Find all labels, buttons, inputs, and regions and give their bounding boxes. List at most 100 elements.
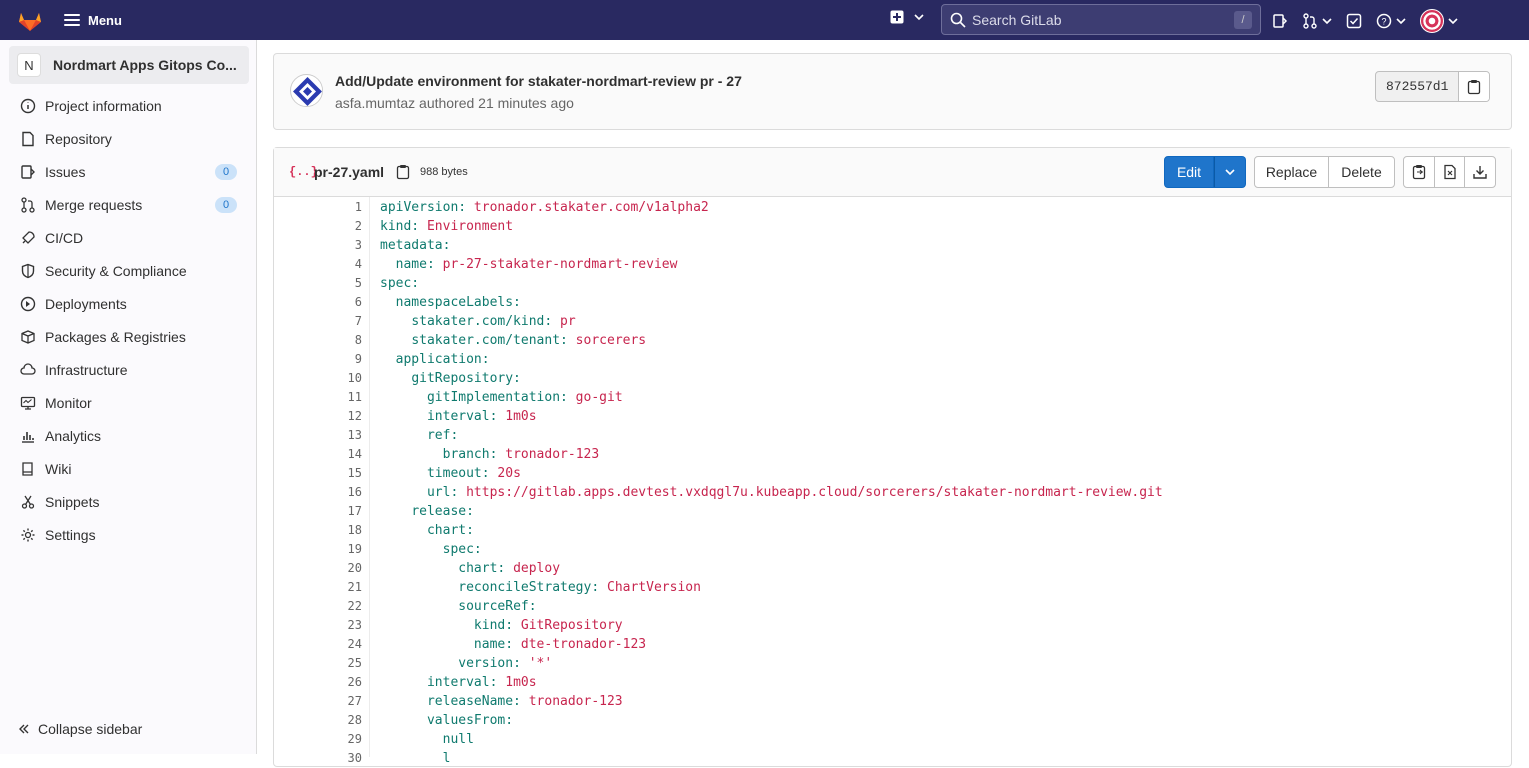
replace-button[interactable]: Replace <box>1254 156 1329 188</box>
author-avatar[interactable] <box>290 74 323 107</box>
sidebar-item-label: CI/CD <box>45 229 84 246</box>
line-number[interactable]: 6 <box>274 293 370 312</box>
copy-contents-button[interactable] <box>1403 156 1435 188</box>
line-number[interactable]: 7 <box>274 312 370 331</box>
search-box[interactable]: / <box>941 4 1261 35</box>
new-dropdown[interactable] <box>890 10 924 24</box>
sidebar-item-deployments[interactable]: Deployments <box>0 287 257 320</box>
yaml-key: spec: <box>380 276 420 291</box>
delete-button[interactable]: Delete <box>1328 156 1395 188</box>
line-number[interactable]: 14 <box>274 445 370 464</box>
todos-nav-button[interactable] <box>1346 13 1362 29</box>
sidebar-item-label: Settings <box>45 526 96 543</box>
code-line: 3 metadata: <box>274 236 1511 255</box>
line-number[interactable]: 3 <box>274 236 370 255</box>
sidebar-item-snippets[interactable]: Snippets <box>0 485 257 518</box>
line-number[interactable]: 29 <box>274 730 370 749</box>
edit-button[interactable]: Edit <box>1164 156 1214 188</box>
issues-nav-button[interactable] <box>1272 13 1288 29</box>
sidebar-item-merge-requests[interactable]: Merge requests 0 <box>0 188 257 221</box>
download-icon <box>1473 166 1487 179</box>
merge-requests-nav-button[interactable] <box>1302 13 1332 29</box>
sidebar-item-infrastructure[interactable]: Infrastructure <box>0 353 257 386</box>
commit-sha[interactable]: 872557d1 <box>1376 72 1458 101</box>
line-number[interactable]: 23 <box>274 616 370 635</box>
line-number[interactable]: 28 <box>274 711 370 730</box>
line-number[interactable]: 10 <box>274 369 370 388</box>
code-line: 24 name: dte-tronador-123 <box>274 635 1511 654</box>
line-number[interactable]: 27 <box>274 692 370 711</box>
line-content: stakater.com/tenant: sorcerers <box>370 331 646 350</box>
sidebar-item-settings[interactable]: Settings <box>0 518 257 551</box>
line-number[interactable]: 2 <box>274 217 370 236</box>
yaml-key: kind: <box>380 219 420 234</box>
monitor-icon <box>20 396 36 410</box>
yaml-key: url: <box>426 485 459 500</box>
line-number[interactable]: 8 <box>274 331 370 350</box>
line-number[interactable]: 1 <box>274 198 370 217</box>
sidebar-project-link[interactable]: N Nordmart Apps Gitops Co... <box>9 46 249 84</box>
yaml-value: tronador-123 <box>497 447 600 462</box>
line-number[interactable]: 15 <box>274 464 370 483</box>
line-number[interactable]: 9 <box>274 350 370 369</box>
sidebar-item-wiki[interactable]: Wiki <box>0 452 257 485</box>
copy-file-path-button[interactable] <box>396 164 410 185</box>
sidebar-nav: Project information Repository Issues 0 Merg… <box>0 89 257 551</box>
yaml-key: release: <box>411 504 474 519</box>
sidebar-item-analytics[interactable]: Analytics <box>0 419 257 452</box>
sidebar-item-monitor[interactable]: Monitor <box>0 386 257 419</box>
line-number[interactable]: 16 <box>274 483 370 502</box>
gitlab-logo-icon[interactable] <box>17 7 43 33</box>
line-number[interactable]: 24 <box>274 635 370 654</box>
file-viewer: {..} pr-27.yaml 988 bytes Edit Replace D… <box>273 147 1512 767</box>
copy-sha-button[interactable] <box>1458 72 1490 101</box>
top-navbar: Menu / ? <box>0 0 1529 40</box>
scissors-icon <box>21 495 35 509</box>
yaml-key: application: <box>395 352 490 367</box>
code-line: 5 spec: <box>274 274 1511 293</box>
line-number[interactable]: 30 <box>274 749 370 768</box>
code-line: 6 namespaceLabels: <box>274 293 1511 312</box>
code-line: 19 spec: <box>274 540 1511 559</box>
commit-title-link[interactable]: Add/Update environment for stakater-nord… <box>335 73 742 89</box>
sidebar-item-project-information[interactable]: Project information <box>0 89 257 122</box>
sidebar-item-repository[interactable]: Repository <box>0 122 257 155</box>
line-number[interactable]: 20 <box>274 559 370 578</box>
edit-dropdown-button[interactable] <box>1214 156 1246 188</box>
sidebar-item-security-compliance[interactable]: Security & Compliance <box>0 254 257 287</box>
yaml-value: 1m0s <box>497 409 537 424</box>
line-number[interactable]: 18 <box>274 521 370 540</box>
menu-button[interactable]: Menu <box>64 8 122 32</box>
line-number[interactable]: 12 <box>274 407 370 426</box>
line-content: kind: GitRepository <box>370 616 623 635</box>
collapse-sidebar-button[interactable]: Collapse sidebar <box>18 721 142 737</box>
download-button[interactable] <box>1464 156 1496 188</box>
sidebar-item-label: Deployments <box>45 295 127 312</box>
code-line: 27 releaseName: tronador-123 <box>274 692 1511 711</box>
count-badge: 0 <box>215 164 237 180</box>
line-number[interactable]: 19 <box>274 540 370 559</box>
yaml-value: dte-tronador-123 <box>513 637 647 652</box>
search-input[interactable] <box>972 11 1222 28</box>
help-nav-button[interactable]: ? <box>1376 13 1406 29</box>
line-number[interactable]: 22 <box>274 597 370 616</box>
line-number[interactable]: 11 <box>274 388 370 407</box>
line-number[interactable]: 4 <box>274 255 370 274</box>
sidebar-item-ci-cd[interactable]: CI/CD <box>0 221 257 254</box>
line-number[interactable]: 21 <box>274 578 370 597</box>
line-number[interactable]: 25 <box>274 654 370 673</box>
user-menu-button[interactable] <box>1420 9 1458 33</box>
sidebar-item-packages-registries[interactable]: Packages & Registries <box>0 320 257 353</box>
sidebar-item-label: Analytics <box>45 427 102 444</box>
sidebar-item-label: Infrastructure <box>45 361 128 378</box>
open-raw-button[interactable] <box>1434 156 1465 188</box>
line-number[interactable]: 13 <box>274 426 370 445</box>
line-number[interactable]: 17 <box>274 502 370 521</box>
line-number[interactable]: 26 <box>274 673 370 692</box>
line-number[interactable]: 5 <box>274 274 370 293</box>
sidebar-item-issues[interactable]: Issues 0 <box>0 155 257 188</box>
yaml-key: interval: <box>426 409 498 424</box>
